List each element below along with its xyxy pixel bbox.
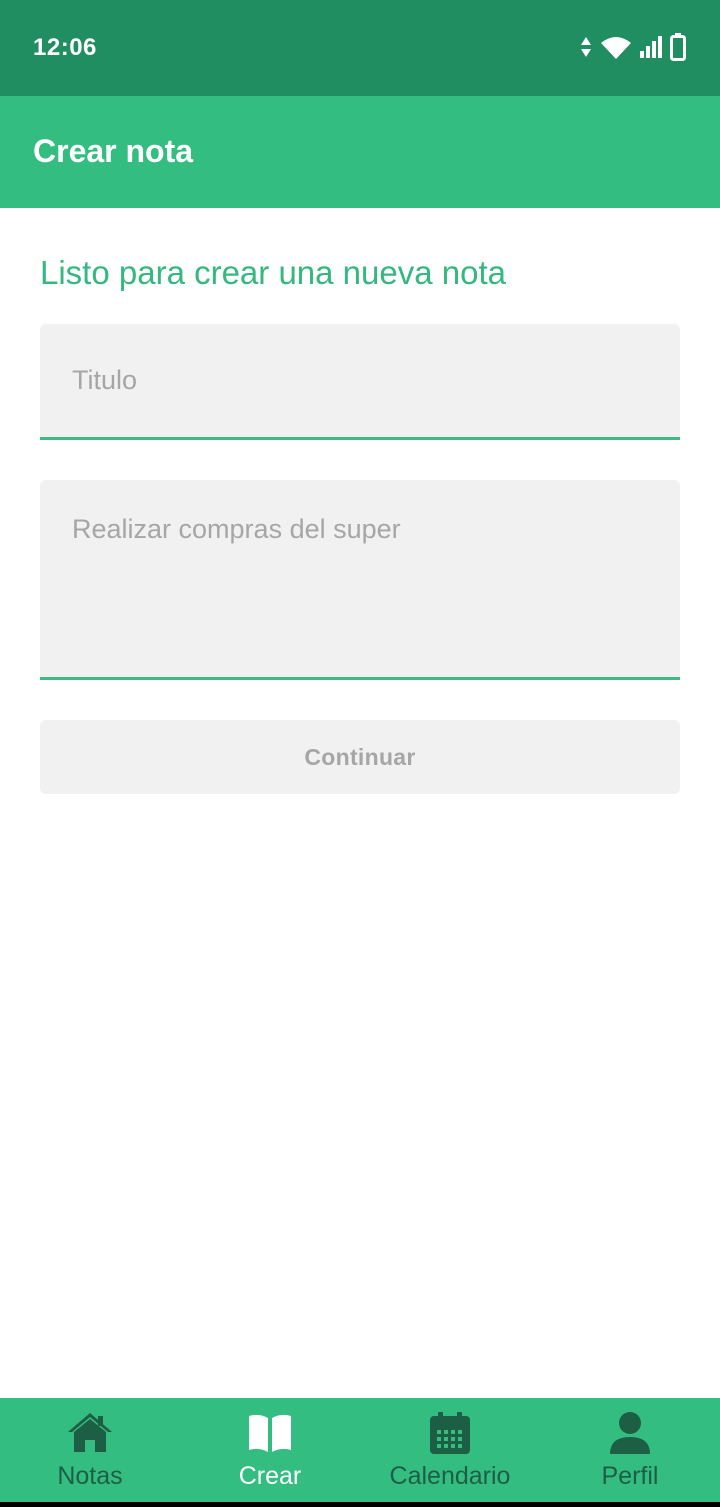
note-body-input[interactable] xyxy=(40,480,680,677)
nav-label-notas: Notas xyxy=(57,1462,123,1490)
nav-item-calendario[interactable]: Calendario xyxy=(360,1398,540,1502)
status-icons xyxy=(580,33,686,61)
nav-label-perfil: Perfil xyxy=(601,1462,659,1490)
page-title: Crear nota xyxy=(33,133,194,169)
bottom-nav: Notas Crear Calendario Perfil xyxy=(0,1398,720,1502)
home-icon xyxy=(68,1413,112,1452)
status-time: 12:06 xyxy=(33,34,97,61)
create-note-heading: Listo para crear una nueva nota xyxy=(40,254,506,291)
nav-item-notas[interactable]: Notas xyxy=(0,1398,180,1502)
signal-icon xyxy=(640,36,662,58)
title-input[interactable] xyxy=(40,324,680,437)
calendar-icon xyxy=(430,1412,470,1454)
status-bar: 12:06 xyxy=(0,0,720,96)
title-field-container xyxy=(40,324,680,440)
wifi-icon xyxy=(601,37,631,59)
nav-item-crear[interactable]: Crear xyxy=(180,1398,360,1502)
nav-item-perfil[interactable]: Perfil xyxy=(540,1398,720,1502)
nav-label-calendario: Calendario xyxy=(389,1462,511,1490)
data-arrows-icon xyxy=(581,37,591,57)
nav-label-crear: Crear xyxy=(238,1462,302,1490)
system-bottom-edge xyxy=(0,1502,720,1507)
person-icon xyxy=(610,1412,650,1454)
battery-icon xyxy=(670,33,686,61)
open-book-icon xyxy=(249,1414,291,1452)
app-bar: Crear nota xyxy=(0,96,720,208)
body-field-container xyxy=(40,480,680,680)
continue-button[interactable]: Continuar xyxy=(40,720,680,794)
